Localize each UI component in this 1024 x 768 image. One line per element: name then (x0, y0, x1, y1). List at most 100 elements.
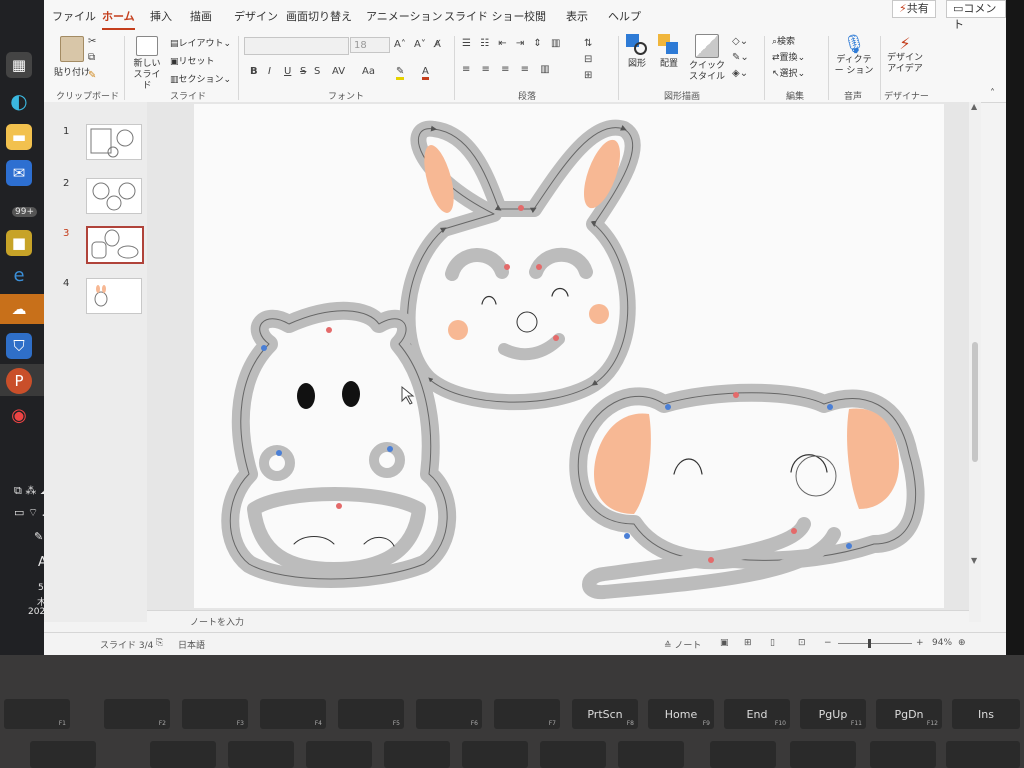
share-button[interactable]: ⚡共有 (892, 0, 936, 18)
replace-button[interactable]: ⇄置換⌄ (772, 50, 805, 63)
slide-thumbnail[interactable] (86, 278, 142, 314)
reset-button[interactable]: ▣リセット (170, 54, 215, 67)
folder-icon[interactable]: ▬ (6, 124, 32, 150)
tab-animations[interactable]: アニメーション (366, 8, 443, 24)
tab-home[interactable]: ホーム (102, 8, 135, 30)
font-size-box[interactable]: 18 (350, 37, 390, 53)
edge-icon[interactable]: ◐ (6, 88, 32, 114)
slide-3[interactable] (194, 104, 944, 608)
slide-sorter-icon[interactable]: ⊞ (744, 638, 752, 648)
zoom-out-icon[interactable]: − (824, 638, 832, 648)
font-name-box[interactable] (244, 37, 349, 55)
grow-font-icon[interactable]: A˄ (394, 39, 406, 50)
normal-view-icon[interactable]: ▣ (720, 638, 729, 648)
strike-button[interactable]: S (300, 66, 306, 77)
grid-icon[interactable]: ▦ (6, 52, 32, 78)
app-icon[interactable]: ■ (6, 230, 32, 256)
thumb-preview (92, 182, 136, 211)
comment-button[interactable]: ▭コメント (946, 0, 1006, 31)
copy-icon[interactable]: ⧉ (88, 52, 95, 63)
zoom-level[interactable]: 94% (932, 638, 952, 648)
find-button[interactable]: ⌕検索 (772, 34, 795, 47)
paste-button[interactable]: 貼り付け (54, 36, 90, 78)
designer-group-label: デザイナー (884, 92, 929, 102)
vertical-scrollbar[interactable]: ▲ ▼ (969, 102, 981, 622)
char-spacing-button[interactable]: AV (332, 66, 345, 77)
zoom-slider[interactable] (838, 639, 912, 648)
smartart-icon[interactable]: ⊞ (584, 70, 592, 81)
rabbit-figure (399, 119, 641, 411)
tab-slideshow[interactable]: スライド ショー (444, 8, 525, 24)
format-painter-icon[interactable]: ✎ (88, 70, 96, 81)
pen-icon[interactable]: ✎ (34, 530, 43, 543)
tab-draw[interactable]: 描画 (190, 8, 212, 24)
slide-thumbnail-selected[interactable] (86, 226, 144, 264)
highlight-icon[interactable]: ✎ (396, 66, 405, 80)
tab-transitions[interactable]: 画面切り替え (286, 8, 352, 24)
thumb-number: 3 (63, 228, 70, 239)
spellcheck-icon[interactable]: ⎘ (156, 638, 163, 648)
shapes-icon (626, 34, 648, 56)
pointer-icon: ↖ (772, 69, 780, 79)
font-color-icon[interactable]: A (422, 66, 429, 80)
align-buttons[interactable]: ≡ ≡ ≡ ≡ ▥ (462, 64, 554, 75)
shape-outline-icon[interactable]: ✎⌄ (732, 52, 749, 63)
ie-icon[interactable]: e (6, 262, 32, 288)
shape-effects-icon[interactable]: ◈⌄ (732, 68, 748, 79)
new-slide-button[interactable]: 新しい スライド (130, 36, 164, 92)
slideshow-icon[interactable]: ⊡ (798, 638, 806, 648)
key-ins: Ins (952, 699, 1020, 729)
zoom-thumb[interactable] (868, 639, 871, 648)
tab-insert[interactable]: 挿入 (150, 8, 172, 24)
arrange-button[interactable]: 配置 (658, 34, 680, 69)
italic-button[interactable]: I (268, 66, 271, 77)
layout-button[interactable]: ▤レイアウト⌄ (170, 36, 231, 49)
notes-placeholder: ノートを入力 (190, 618, 245, 628)
shapes-button[interactable]: 図形 (626, 34, 648, 69)
notes-pane[interactable]: ノートを入力 (147, 610, 969, 631)
text-direction-icon[interactable]: ⇅ (584, 38, 592, 49)
notes-toggle[interactable]: ≙ ノート (664, 638, 701, 651)
quick-styles-button[interactable]: クイック スタイル (688, 34, 726, 83)
reading-view-icon[interactable]: ▯ (770, 638, 775, 648)
clipboard-group-label: クリップボード (56, 92, 120, 102)
cut-icon[interactable]: ✂ (88, 36, 96, 47)
tab-review[interactable]: 校閲 (524, 8, 546, 24)
design-ideas-button[interactable]: ⚡ デザイン アイデア (886, 34, 924, 75)
tab-design[interactable]: デザイン (234, 8, 278, 24)
key-f4: F4 (260, 699, 326, 729)
shadow-icon[interactable]: S (314, 66, 320, 77)
list-buttons[interactable]: ☰ ☷ ⇤ ⇥ ⇕ ▥ (462, 38, 563, 49)
scroll-up-icon[interactable]: ▲ (971, 102, 977, 111)
tab-file[interactable]: ファイル (52, 8, 96, 24)
bold-button[interactable]: B (250, 66, 258, 77)
key-home: Home F9 (648, 699, 714, 729)
paragraph-group-label: 段落 (518, 92, 537, 102)
tab-view[interactable]: 表示 (566, 8, 588, 24)
slide-thumbnail[interactable] (86, 124, 142, 160)
align-text-icon[interactable]: ⊟ (584, 54, 592, 65)
select-button[interactable]: ↖選択⌄ (772, 66, 805, 79)
defender-icon[interactable]: ⛉ (6, 333, 32, 359)
shrink-font-icon[interactable]: A˅ (414, 39, 426, 50)
cloud-icon[interactable]: ☁ (6, 296, 32, 322)
ribbon-home: 貼り付け ✂ ⧉ ✎ クリップボード 新しい スライド ▤レイアウト⌄ ▣リセッ… (44, 30, 1006, 103)
chrome-icon[interactable]: ◉ (6, 402, 32, 428)
language-label[interactable]: 日本語 (178, 638, 205, 651)
powerpoint-icon[interactable]: P (6, 368, 32, 394)
change-case-button[interactable]: Aa (362, 66, 375, 77)
clear-format-icon[interactable]: A̸ (434, 39, 441, 50)
underline-button[interactable]: U (284, 66, 291, 77)
dictate-button[interactable]: 🎙 ディクテー ション (834, 34, 874, 77)
slide-thumbnail[interactable] (86, 178, 142, 214)
collapse-ribbon-icon[interactable]: ˄ (990, 88, 995, 99)
fit-slide-icon[interactable]: ⊕ (958, 638, 966, 648)
zoom-in-icon[interactable]: + (916, 638, 924, 648)
scroll-thumb[interactable] (972, 342, 978, 462)
mail-icon[interactable]: ✉ (6, 160, 32, 186)
scroll-down-icon[interactable]: ▼ (971, 556, 977, 565)
key-f2: F2 (104, 699, 170, 729)
shape-fill-icon[interactable]: ◇⌄ (732, 36, 748, 47)
section-button[interactable]: ▥セクション⌄ (170, 72, 231, 85)
tab-help[interactable]: ヘルプ (608, 8, 641, 24)
